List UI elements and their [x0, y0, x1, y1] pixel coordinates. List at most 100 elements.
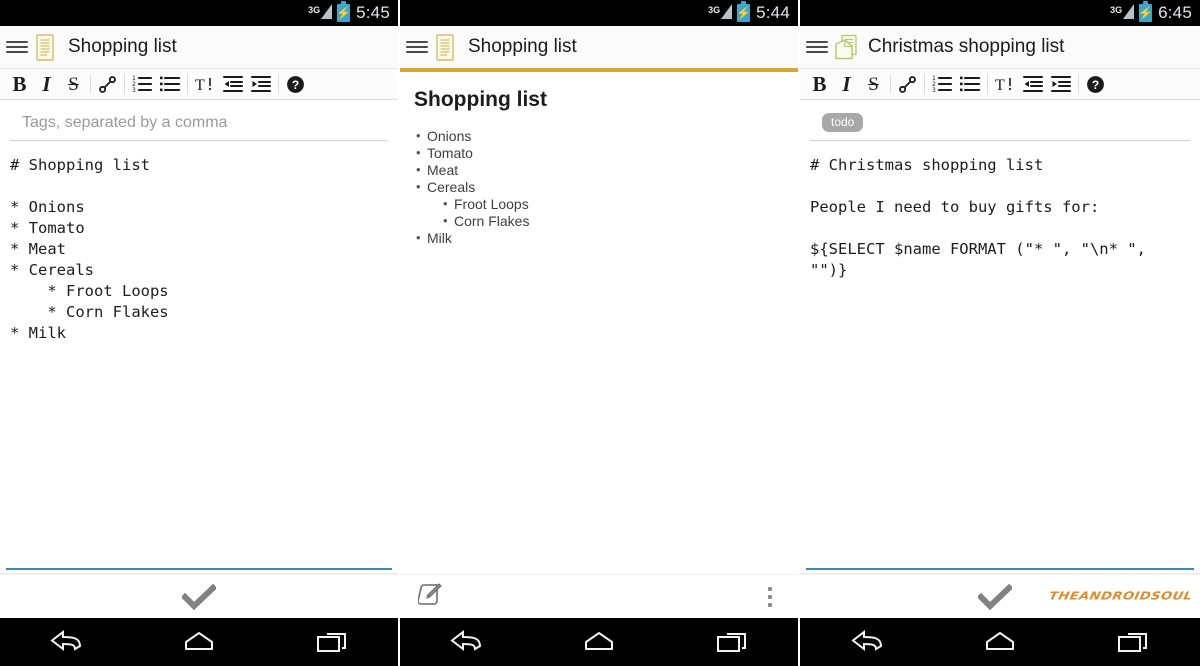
checkmark-icon[interactable]: [978, 583, 1012, 610]
overflow-menu-icon[interactable]: [768, 586, 772, 607]
network-type-label: 3G: [308, 5, 321, 15]
link-icon[interactable]: [894, 69, 921, 99]
svg-text:3: 3: [932, 87, 936, 93]
unordered-list-icon[interactable]: [156, 69, 184, 99]
signal-3g-icon: 3G: [1110, 0, 1135, 22]
toolbar-divider: [890, 74, 891, 94]
format-toolbar: B I S 123 T ?: [800, 68, 1200, 100]
list-item: Cereals Froot Loops Corn Flakes: [414, 178, 784, 230]
outdent-icon[interactable]: [219, 69, 247, 99]
bottom-action-bar: [400, 574, 798, 618]
recents-icon[interactable]: [715, 630, 749, 654]
recents-icon[interactable]: [1116, 630, 1150, 654]
toolbar-divider: [987, 74, 988, 94]
back-icon[interactable]: [449, 630, 483, 654]
app-bar: Christmas shopping list: [800, 26, 1200, 68]
toolbar-divider: [90, 74, 91, 94]
android-nav-bar: [400, 618, 798, 666]
text-style-button[interactable]: T: [991, 69, 1019, 99]
signal-bars-icon: [721, 0, 733, 19]
list-item-label: Milk: [427, 230, 452, 246]
battery-charging-icon: ⚡: [1138, 0, 1154, 22]
edit-pencil-icon[interactable]: [417, 581, 446, 612]
home-icon[interactable]: [182, 630, 216, 654]
strikethrough-button[interactable]: S: [860, 69, 887, 99]
page-title: Shopping list: [68, 36, 177, 57]
link-icon[interactable]: [94, 69, 121, 99]
toolbar-divider: [187, 74, 188, 94]
help-icon[interactable]: ?: [282, 69, 309, 99]
tag-chip-todo[interactable]: todo: [822, 113, 864, 132]
template-note-icon[interactable]: [834, 34, 857, 61]
status-bar: 3G ⚡ 5:45: [0, 0, 398, 26]
note-document-icon[interactable]: [434, 33, 456, 61]
unordered-list-icon[interactable]: [956, 69, 984, 99]
home-icon[interactable]: [582, 630, 616, 654]
list-item-label: Meat: [427, 162, 459, 178]
checkmark-icon[interactable]: [182, 583, 216, 610]
list-item-label: Tomato: [427, 145, 473, 161]
list-item: Corn Flakes: [441, 212, 784, 230]
signal-bars-icon: [321, 0, 333, 19]
list-item: Onions: [414, 127, 784, 145]
toolbar-divider: [924, 74, 925, 94]
recents-icon[interactable]: [315, 630, 349, 654]
hamburger-menu-icon[interactable]: [6, 36, 28, 58]
markdown-editor-textarea[interactable]: # Christmas shopping list People I need …: [800, 141, 1200, 568]
italic-button[interactable]: I: [833, 69, 860, 99]
svg-text:T: T: [995, 77, 1005, 93]
android-nav-bar: [0, 618, 398, 666]
list-item-label: Froot Loops: [454, 196, 529, 212]
back-icon[interactable]: [49, 630, 83, 654]
page-title: Christmas shopping list: [868, 36, 1065, 57]
signal-3g-icon: 3G: [708, 0, 733, 22]
list-item: Tomato: [414, 144, 784, 162]
preview-sublist: Froot Loops Corn Flakes: [441, 195, 784, 230]
editor-focus-underline: [6, 568, 392, 570]
home-icon[interactable]: [983, 630, 1017, 654]
note-document-icon[interactable]: [34, 33, 56, 61]
svg-text:3: 3: [132, 87, 136, 93]
editor-focus-underline: [806, 568, 1194, 570]
italic-button[interactable]: I: [33, 69, 60, 99]
app-bar: Shopping list: [0, 26, 398, 68]
rendered-note-preview: Shopping list Onions Tomato Meat Cereals…: [400, 72, 798, 574]
list-item: Milk: [414, 229, 784, 247]
panel-preview-rendered: 3G ⚡ 5:44 Shopping list Shopping list • …: [400, 0, 800, 666]
network-type-label: 3G: [708, 5, 721, 15]
outdent-icon[interactable]: [1019, 69, 1047, 99]
indent-icon[interactable]: [247, 69, 275, 99]
preview-heading: Shopping list: [414, 88, 547, 111]
clock-label: 5:45: [356, 3, 390, 22]
battery-charging-icon: ⚡: [336, 0, 352, 22]
preview-list: Onions Tomato Meat Cereals Froot Loops C…: [414, 127, 784, 247]
signal-bars-icon: [1123, 0, 1135, 19]
ordered-list-icon[interactable]: 123: [928, 69, 956, 99]
app-bar: Shopping list: [400, 26, 798, 68]
back-icon[interactable]: [850, 630, 884, 654]
strikethrough-button[interactable]: S: [60, 69, 87, 99]
tags-input[interactable]: Tags, separated by a comma: [10, 105, 388, 141]
text-style-button[interactable]: T: [191, 69, 219, 99]
indent-icon[interactable]: [1047, 69, 1075, 99]
screenshot-triptych: 3G ⚡ 5:45 Shopping list B I S 1 2 3 T ? …: [0, 0, 1200, 666]
toolbar-divider: [124, 74, 125, 94]
status-bar: 3G ⚡ 5:44: [400, 0, 798, 26]
list-item-label: Onions: [427, 128, 472, 144]
bottom-action-bar: [0, 574, 398, 618]
list-item: Froot Loops: [441, 195, 784, 213]
hamburger-menu-icon[interactable]: [806, 36, 828, 58]
ordered-list-icon[interactable]: 123: [128, 69, 156, 99]
bold-button[interactable]: B: [6, 69, 33, 99]
page-title: Shopping list: [468, 36, 577, 57]
markdown-editor-textarea[interactable]: # Shopping list * Onions * Tomato * Meat…: [0, 141, 398, 568]
network-type-label: 3G: [1110, 5, 1123, 15]
help-icon[interactable]: ?: [1082, 69, 1109, 99]
clock-label: 6:45: [1158, 3, 1192, 22]
bold-button[interactable]: B: [806, 69, 833, 99]
tags-input[interactable]: todo: [810, 105, 1190, 141]
bottom-action-bar: THEANDROIDSOUL: [800, 574, 1200, 618]
hamburger-menu-icon[interactable]: [406, 36, 428, 58]
list-item-label: Cereals: [427, 179, 476, 195]
svg-text:?: ?: [292, 78, 299, 92]
